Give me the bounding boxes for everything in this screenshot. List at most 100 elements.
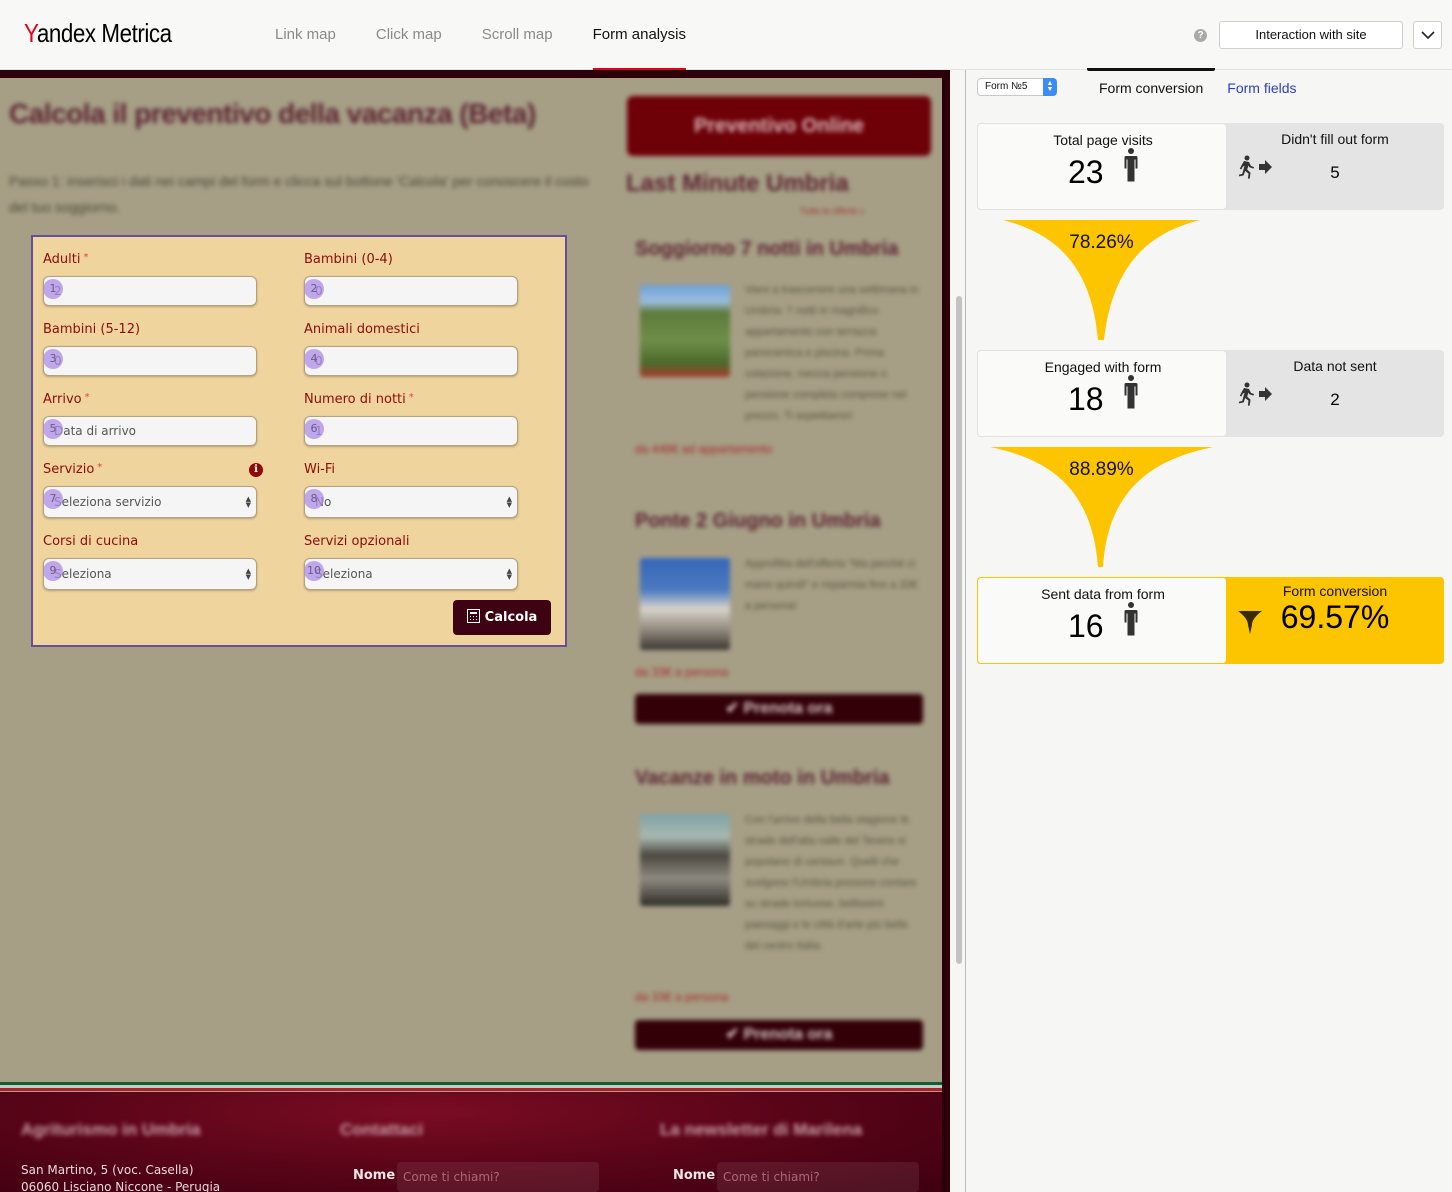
field-arrivo: Arrivo * 5 Data di arrivo <box>43 392 257 446</box>
field-bambini-0-4: Bambini (0-4) 20 <box>304 252 518 306</box>
field-adulti: Adulti* 12 <box>43 252 257 306</box>
bambini-0-4-input[interactable]: 20 <box>304 276 518 306</box>
sent-data-block: Sent data from form 16 <box>977 577 1227 664</box>
newsletter-name-input[interactable]: Come ti chiami? <box>717 1162 919 1192</box>
arrivo-input[interactable]: 5 Data di arrivo <box>43 416 257 446</box>
info-icon[interactable]: i <box>249 463 263 477</box>
main-nav: Link map Click map Scroll map Form analy… <box>275 0 726 70</box>
field-label: Adulti * <box>43 252 257 270</box>
italian-flag-stripe <box>0 1082 942 1091</box>
mode-dropdown-button[interactable] <box>1413 21 1442 49</box>
calcola-button[interactable]: Calcola <box>453 600 551 635</box>
required-mark: * <box>83 252 89 263</box>
field-number-badge: 4 <box>304 349 324 369</box>
data-not-sent-value: 2 <box>1330 390 1340 409</box>
notti-input[interactable]: 61 <box>304 416 518 446</box>
field-label-text: Servizio <box>43 462 95 477</box>
adulti-input[interactable]: 12 <box>43 276 257 306</box>
tab-form-conversion[interactable]: Form conversion <box>1087 68 1216 106</box>
question-icon[interactable]: ? <box>1194 29 1207 42</box>
calculator-icon <box>466 609 480 623</box>
engaged-block: Engaged with form 18 <box>977 350 1227 437</box>
address-line: San Martino, 5 (voc. Casella) <box>21 1163 194 1177</box>
interaction-mode-button[interactable]: Interaction with site <box>1219 21 1403 49</box>
total-visits-value: 23 <box>1068 154 1104 190</box>
last-minute-title: Last Minute Umbria <box>626 170 849 197</box>
nav-scroll-map[interactable]: Scroll map <box>482 0 553 70</box>
required-mark: * <box>84 392 90 403</box>
select-arrows-icon: ▲ ▼ <box>245 495 251 509</box>
footer-title: La newsletter di Marilena <box>660 1120 863 1139</box>
field-label-text: Wi-Fi <box>304 462 336 477</box>
offer-image <box>640 558 730 650</box>
footer-title: Contattaci <box>340 1120 424 1139</box>
preventivo-online-button[interactable]: Preventivo Online <box>627 96 931 156</box>
offer-price: da 448€ ad appartamento <box>635 442 773 456</box>
top-bar: Yandex Metrica Link map Click map Scroll… <box>0 0 1452 70</box>
conversion-card: Sent data from form 16 Form conversion 6… <box>977 577 1444 664</box>
select-arrows-icon: ▲ ▼ <box>1043 78 1057 96</box>
field-wifi: Wi-Fi 8No▲▼ <box>304 462 518 518</box>
form-conversion-value: 69.57% <box>1280 599 1390 635</box>
field-label: Animali domestici <box>304 322 518 340</box>
prenota-label: Prenota ora <box>743 1026 833 1043</box>
field-number-badge: 6 <box>304 419 324 439</box>
address-line: 06060 Lisciano Niccone - Perugia <box>21 1180 221 1192</box>
person-icon <box>1124 375 1138 409</box>
bambini-5-12-input[interactable]: 30 <box>43 346 257 376</box>
offer-title: Soggiorno 7 notti in Umbria <box>635 238 899 260</box>
field-label-text: Bambini (0-4) <box>304 252 393 267</box>
servizio-select[interactable]: 7 Seleziona servizio ▲ ▼ <box>43 486 257 518</box>
field-number-badge: 2 <box>304 279 324 299</box>
field-number-badge: 5 <box>43 419 63 439</box>
panel-tabs: Form conversion Form fields <box>1087 68 1309 106</box>
prenota-ora-button[interactable]: ✔ Prenota ora <box>635 1020 923 1050</box>
name-label: Nome <box>673 1168 716 1183</box>
total-visits-block: Total page visits 23 <box>977 123 1227 210</box>
site-intro-text: Passo 1: inserisci i dati nei campi del … <box>9 173 589 215</box>
tab-form-fields[interactable]: Form fields <box>1215 70 1308 106</box>
check-icon: ✔ <box>725 1026 744 1043</box>
contact-name-input[interactable]: Come ti chiami? <box>397 1162 599 1192</box>
prenota-ora-button[interactable]: ✔ Prenota ora <box>635 694 923 724</box>
engaged-value: 18 <box>1068 381 1104 417</box>
calcola-label: Calcola <box>484 610 538 625</box>
field-notti: Numero di notti* 61 <box>304 392 518 446</box>
animali-input[interactable]: 40 <box>304 346 518 376</box>
person-icon <box>1124 602 1138 636</box>
all-offers-link[interactable]: Tutte le offerte » <box>800 206 865 216</box>
preview-scrollbar[interactable] <box>956 296 962 964</box>
funnel-step-1-percent: 78.26% <box>1069 232 1134 253</box>
didnt-fill-value: 5 <box>1330 163 1340 182</box>
field-label-text: Servizi opzionali <box>304 534 410 549</box>
corsi-cucina-select[interactable]: 9 Seleziona ▲ ▼ <box>43 558 257 590</box>
select-arrows-icon: ▲ ▼ <box>506 495 512 509</box>
nav-link-map[interactable]: Link map <box>275 0 336 70</box>
site-footer: Agriturismo in Umbria Contattaci La news… <box>0 1092 942 1192</box>
yandex-metrica-logo[interactable]: Yandex Metrica <box>24 18 172 49</box>
wifi-select[interactable]: 8No▲▼ <box>304 486 518 518</box>
field-animali: Animali domestici 40 <box>304 322 518 376</box>
field-servizi-opzionali: Servizi opzionali 10 Seleziona ▲ ▼ <box>304 534 518 590</box>
offer-price: da 33€ a persona <box>635 990 729 1004</box>
funnel-step-1: 78.26% <box>1003 220 1200 340</box>
site-border <box>942 70 950 1192</box>
field-number-badge: 9 <box>43 561 63 581</box>
form-selector[interactable]: Form №5 ▲ ▼ <box>977 78 1057 96</box>
nav-form-analysis[interactable]: Form analysis <box>592 0 687 70</box>
offer-price: da 33€ a persona <box>635 665 729 679</box>
field-number-badge: 8 <box>304 489 324 509</box>
field-placeholder: Data di arrivo <box>54 424 137 438</box>
total-visits-card: Total page visits 23 Didn't fill out for… <box>977 123 1444 210</box>
offer-image <box>640 285 730 377</box>
servizi-opzionali-select[interactable]: 10 Seleziona ▲ ▼ <box>304 558 518 590</box>
field-number-badge: 1 <box>43 279 63 299</box>
nav-click-map[interactable]: Click map <box>376 0 442 70</box>
name-label: Nome <box>353 1168 396 1183</box>
form-selector-value: Form №5 <box>985 81 1028 92</box>
field-label-text: Numero di notti <box>304 392 406 407</box>
analyzed-form: Adulti* 12 Bambini (0-4) 20 Bambini (5-1… <box>31 235 567 647</box>
field-label: Wi-Fi <box>304 462 518 480</box>
prenota-label: Prenota ora <box>743 700 833 717</box>
field-corsi-cucina: Corsi di cucina 9 Seleziona ▲ ▼ <box>43 534 257 590</box>
